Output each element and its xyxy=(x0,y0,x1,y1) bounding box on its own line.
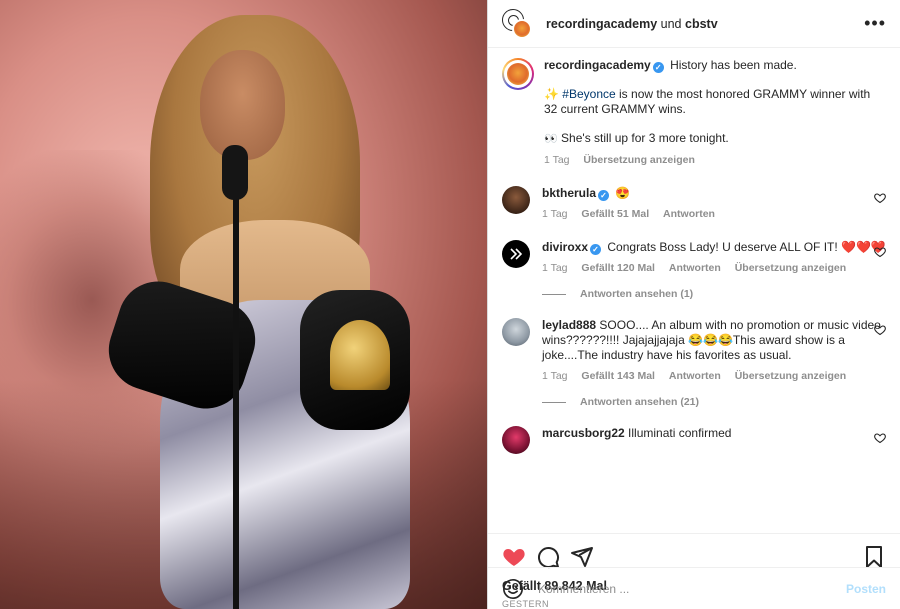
comment-text: Illuminati confirmed xyxy=(628,426,732,440)
comment-text: 😍 xyxy=(615,186,631,200)
view-replies-button[interactable]: Antworten ansehen (21) xyxy=(542,396,886,408)
caption-body: recordingacademy ✓ History has been made.… xyxy=(544,58,886,168)
instagram-post: recordingacademy und cbstv ••• recording… xyxy=(0,0,900,609)
comment-icon[interactable] xyxy=(536,545,560,569)
caption-meta: 1 Tag Übersetzung anzeigen xyxy=(544,153,886,168)
post-photo[interactable] xyxy=(0,0,487,609)
comment-avatar[interactable] xyxy=(502,240,530,268)
caption-avatar[interactable] xyxy=(502,58,534,90)
comment-body: leylad888 SOOO.... An album with no prom… xyxy=(542,318,886,384)
reply-button[interactable]: Antworten xyxy=(663,208,715,220)
heart-icon[interactable] xyxy=(874,432,886,444)
header-connector: und xyxy=(660,16,682,31)
sparkle-emoji: ✨ xyxy=(544,87,559,101)
post-header: recordingacademy und cbstv ••• xyxy=(488,0,900,48)
comment-likes[interactable]: Gefällt 120 Mal xyxy=(581,262,655,274)
heart-icon[interactable] xyxy=(874,246,886,258)
heart-icon[interactable] xyxy=(874,324,886,336)
comment: marcusborg22 Illuminati confirmed xyxy=(502,426,886,454)
comment-body: bktherula ✓ 😍 1 Tag Gefällt 51 Mal Antwor… xyxy=(542,186,886,222)
comment-username[interactable]: diviroxx xyxy=(542,240,588,254)
recordingacademy-avatar[interactable] xyxy=(512,18,532,39)
caption: recordingacademy ✓ History has been made.… xyxy=(502,58,886,168)
post-comment-button[interactable]: Posten xyxy=(846,582,886,596)
reply-button[interactable]: Antworten xyxy=(669,262,721,274)
header-collab-link[interactable]: cbstv xyxy=(685,17,718,31)
dr-logo-icon xyxy=(510,248,523,260)
add-comment-bar: Posten xyxy=(488,567,900,609)
header-accounts: recordingacademy und cbstv xyxy=(546,17,718,31)
comment-username[interactable]: marcusborg22 xyxy=(542,426,625,440)
eyes-emoji: 👀 xyxy=(544,133,558,145)
comment-time[interactable]: 1 Tag xyxy=(542,262,568,274)
comment: leylad888 SOOO.... An album with no prom… xyxy=(502,318,886,384)
comment: bktherula ✓ 😍 1 Tag Gefällt 51 Mal Antwor… xyxy=(502,186,886,222)
comment-likes[interactable]: Gefällt 51 Mal xyxy=(581,208,649,220)
heart-icon[interactable] xyxy=(874,192,886,204)
bookmark-icon[interactable] xyxy=(862,545,886,569)
translate-button[interactable]: Übersetzung anzeigen xyxy=(735,370,846,382)
replies-divider xyxy=(542,401,566,403)
verified-badge-icon: ✓ xyxy=(598,190,610,201)
comment-body: diviroxx ✓ Congrats Boss Lady! U deserve … xyxy=(542,240,886,276)
header-account-link[interactable]: recordingacademy xyxy=(546,17,657,31)
verified-badge-icon: ✓ xyxy=(590,244,602,255)
caption-username[interactable]: recordingacademy xyxy=(544,58,651,72)
translate-button[interactable]: Übersetzung anzeigen xyxy=(735,262,846,274)
view-replies-label: Antworten ansehen (1) xyxy=(580,288,694,300)
comment: diviroxx ✓ Congrats Boss Lady! U deserve … xyxy=(502,240,886,276)
share-icon[interactable] xyxy=(570,545,594,569)
comment-username[interactable]: bktherula xyxy=(542,186,596,200)
more-options-icon[interactable]: ••• xyxy=(864,13,886,34)
comment-avatar[interactable] xyxy=(502,318,530,346)
collab-avatars[interactable] xyxy=(502,8,532,39)
comment-input[interactable] xyxy=(536,580,846,597)
heart-filled-icon[interactable] xyxy=(502,545,526,569)
comment-text: Congrats Boss Lady! U deserve ALL OF IT!… xyxy=(607,240,886,254)
reply-button[interactable]: Antworten xyxy=(669,370,721,382)
microphone-stand xyxy=(233,160,239,609)
comment-avatar[interactable] xyxy=(502,426,530,454)
comment-time[interactable]: 1 Tag xyxy=(542,370,568,382)
comment-avatar[interactable] xyxy=(502,186,530,214)
caption-line1: History has been made. xyxy=(670,58,797,72)
caption-time[interactable]: 1 Tag xyxy=(544,154,570,166)
comment-time[interactable]: 1 Tag xyxy=(542,208,568,220)
comments-scroll-area[interactable]: recordingacademy ✓ History has been made.… xyxy=(488,48,900,533)
photo-face xyxy=(200,50,285,160)
emoji-icon[interactable] xyxy=(502,578,524,600)
comment-meta: 1 Tag Gefällt 120 Mal Antworten Übersetz… xyxy=(542,261,886,276)
translate-button[interactable]: Übersetzung anzeigen xyxy=(583,154,694,166)
comment-username[interactable]: leylad888 xyxy=(542,318,596,332)
comment-body: marcusborg22 Illuminati confirmed xyxy=(542,426,886,441)
post-sidebar: recordingacademy und cbstv ••• recording… xyxy=(487,0,900,609)
grammy-trophy xyxy=(330,320,390,390)
view-replies-button[interactable]: Antworten ansehen (1) xyxy=(542,288,886,300)
replies-divider xyxy=(542,293,566,295)
comment-meta: 1 Tag Gefällt 51 Mal Antworten xyxy=(542,207,886,222)
verified-badge-icon: ✓ xyxy=(652,62,664,73)
view-replies-label: Antworten ansehen (21) xyxy=(580,396,700,408)
comment-likes[interactable]: Gefällt 143 Mal xyxy=(581,370,655,382)
caption-line3: She's still up for 3 more tonight. xyxy=(561,131,729,145)
microphone xyxy=(222,145,248,200)
comment-meta: 1 Tag Gefällt 143 Mal Antworten Übersetz… xyxy=(542,369,886,384)
hashtag-link[interactable]: #Beyonce xyxy=(562,87,615,101)
